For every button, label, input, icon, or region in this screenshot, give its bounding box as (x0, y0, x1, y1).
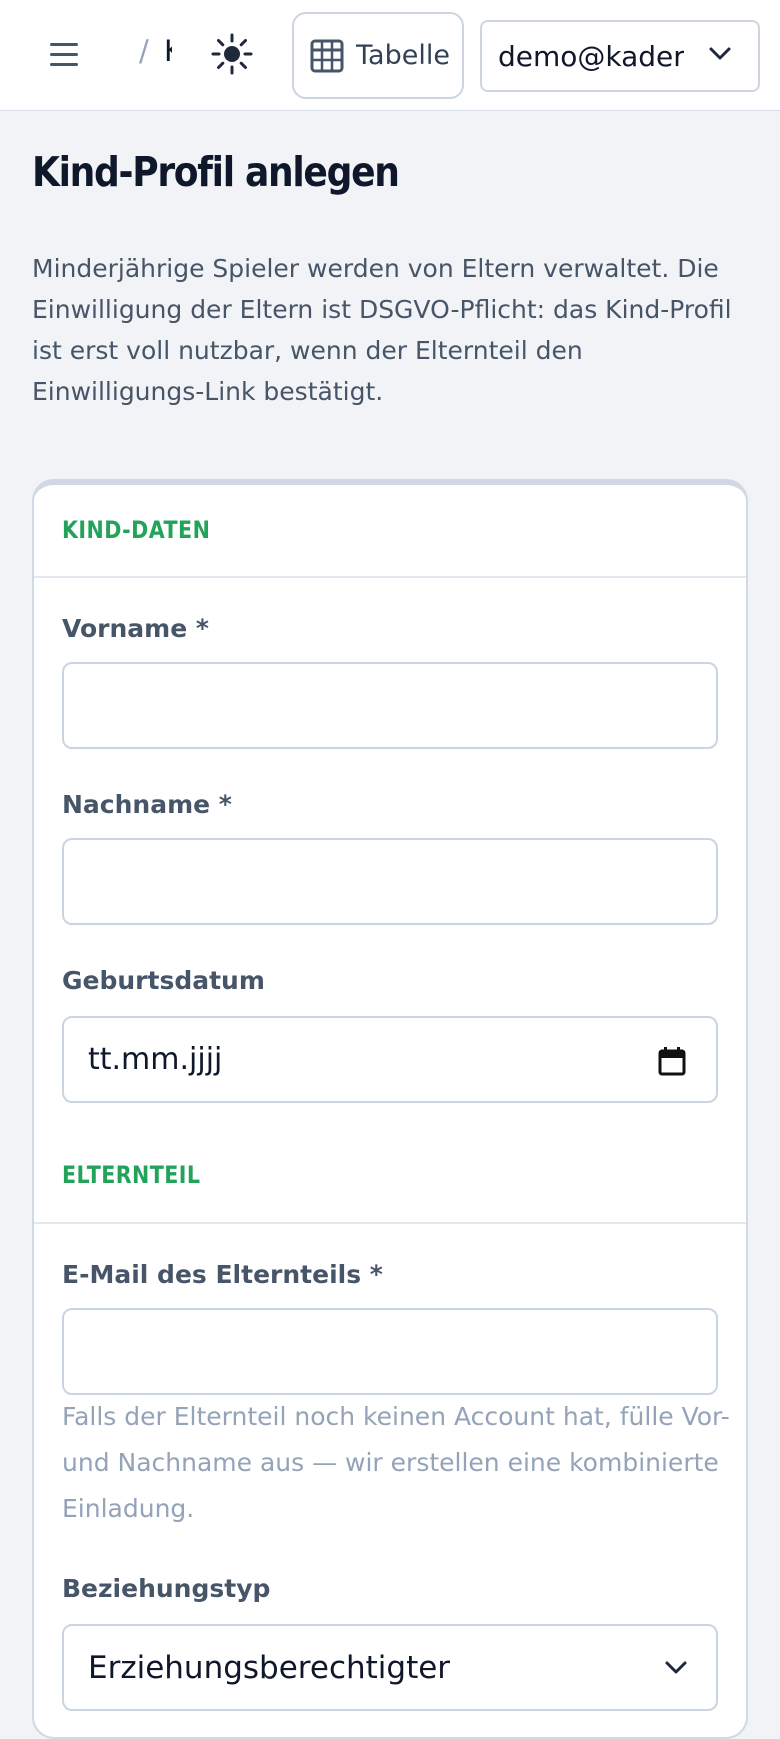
hamburger-line (50, 63, 78, 66)
breadcrumb-separator: / (139, 34, 149, 68)
first-name-input[interactable] (62, 662, 718, 749)
birthdate-input[interactable]: tt.mm.jjjj (62, 1016, 718, 1103)
relationship-type-select[interactable]: Erziehungsberechtigter (62, 1624, 718, 1711)
parent-email-label: E-Mail des Elternteils * (62, 1260, 383, 1289)
birthdate-label: Geburtsdatum (62, 966, 265, 995)
table-view-button[interactable]: Tabelle (292, 12, 464, 99)
first-name-label: Vorname * (62, 614, 209, 643)
page-intro-text: Minderjährige Spieler werden von Eltern … (32, 254, 732, 406)
section-divider (34, 576, 746, 578)
section-title-child-data: KIND-DATEN (62, 516, 211, 544)
calendar-icon[interactable] (658, 1046, 686, 1076)
birthdate-placeholder: tt.mm.jjjj (88, 1042, 223, 1077)
table-grid-icon (310, 39, 344, 72)
last-name-label: Nachname * (62, 790, 232, 819)
hamburger-menu-icon (50, 43, 78, 46)
menu-button[interactable] (42, 34, 86, 74)
breadcrumb-current[interactable]: K (164, 34, 172, 68)
section-divider (34, 1222, 746, 1224)
relationship-type-value: Erziehungsberechtigter (88, 1650, 451, 1686)
hamburger-line (50, 53, 78, 56)
chevron-down-icon (665, 1661, 687, 1674)
page-title: Kind-Profil anlegen (32, 148, 400, 196)
section-title-parent: ELTERNTEIL (62, 1161, 201, 1189)
relationship-type-label: Beziehungstyp (62, 1574, 271, 1603)
sun-icon (211, 33, 253, 75)
top-navigation-bar: / K Tabelle demo@kaderhub.de (0, 0, 780, 111)
user-account-select[interactable]: demo@kaderhub.de (480, 20, 760, 92)
parent-email-hint: Falls der Elternteil noch keinen Account… (62, 1402, 730, 1523)
last-name-input[interactable] (62, 838, 718, 925)
parent-email-input[interactable] (62, 1308, 718, 1395)
chevron-down-icon (709, 47, 731, 60)
theme-toggle-button[interactable] (208, 30, 256, 78)
user-email: demo@kaderhub.de (498, 39, 684, 73)
table-button-label: Tabelle (356, 40, 450, 71)
